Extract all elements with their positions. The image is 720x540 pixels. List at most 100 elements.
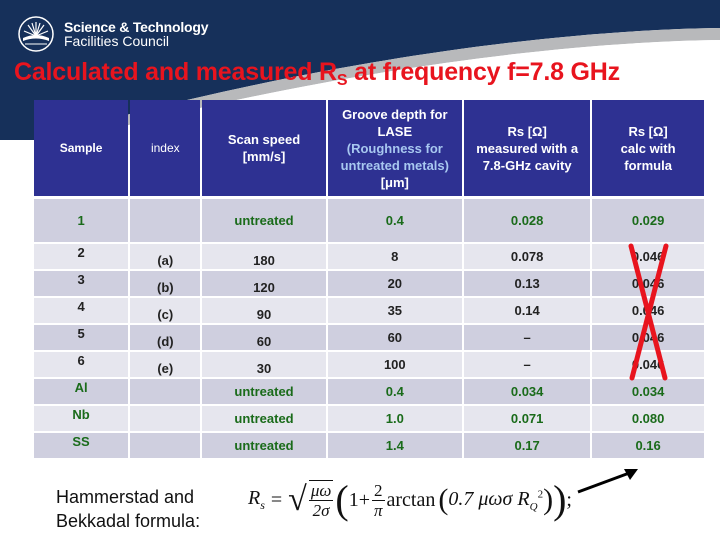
cell-index: (c)	[130, 298, 201, 325]
formula-sqrt: √ μω 2σ	[288, 480, 335, 520]
cell-rs-measured: 0.028	[464, 199, 591, 244]
title-subscript: S	[336, 72, 348, 89]
cell-rs-measured: 0.13	[464, 271, 591, 298]
cell-index: (a)	[130, 244, 201, 271]
cell-groove-depth: 8	[327, 244, 463, 271]
groove-line4: untreated metals)	[340, 157, 449, 173]
rs-calc-line3: formula	[624, 157, 672, 173]
frac-numerator: 2	[372, 480, 385, 501]
cell-groove-depth: 1.4	[327, 433, 463, 460]
hammerstad-formula: Rs = √ μω 2σ ( 1+ 2 π arctan ( 0.7 μωσ R…	[248, 477, 572, 522]
cell-rs-measured: 0.17	[464, 433, 591, 460]
cell-sample: 3	[34, 271, 129, 298]
cell-rs-calc: 0.046	[592, 352, 704, 379]
cell-rs-calc: 0.046	[592, 244, 704, 271]
open-paren-inner-icon: (	[438, 483, 449, 516]
cell-index: (b)	[130, 271, 201, 298]
groove-line1: Groove depth for	[342, 106, 448, 122]
cell-groove-depth: 100	[327, 352, 463, 379]
cell-index	[130, 199, 201, 244]
rs-measured-line2: measured with a	[476, 140, 579, 156]
cell-sample-text: SS	[72, 434, 90, 449]
two-over-pi: 2 π	[372, 481, 385, 520]
cell-sample: 5	[34, 325, 129, 352]
cell-rs-measured: 0.071	[464, 406, 591, 433]
cell-index: (e)	[130, 352, 201, 379]
col-header-scan-speed-label: Scan speed [mm/s]	[227, 132, 301, 164]
cell-sample-text: 5	[77, 326, 85, 341]
col-header-index: index	[130, 100, 201, 199]
formula-lhs-symbol: R	[248, 487, 261, 509]
cell-groove-depth: 35	[327, 298, 463, 325]
cell-index	[130, 406, 201, 433]
cell-sample-text: 4	[77, 299, 85, 314]
formula-arg: 0.7 μωσ RQ2	[448, 488, 543, 513]
groove-line2: LASE	[377, 123, 413, 139]
cell-rs-calc: 0.046	[592, 271, 704, 298]
sqrt-fraction: μω 2σ	[308, 480, 334, 520]
formula-func: arctan	[386, 488, 436, 511]
cell-rs-measured: –	[464, 352, 591, 379]
formula-equals: =	[270, 488, 283, 511]
rs-measured-line1: Rs [Ω]	[507, 123, 547, 139]
cell-scan-speed: untreated	[202, 379, 326, 406]
table-row: 4 (c) 90 35 0.14 0.046	[34, 298, 704, 325]
table-row: Al untreated 0.4 0.034 0.034	[34, 379, 704, 406]
cell-groove-depth: 20	[327, 271, 463, 298]
org-name-line1: Science & Technology	[64, 19, 209, 35]
cell-groove-depth: 0.4	[327, 379, 463, 406]
cell-groove-depth: 0.4	[327, 199, 463, 244]
groove-line3: (Roughness for	[346, 140, 443, 156]
cell-rs-measured: 0.078	[464, 244, 591, 271]
table-header-row: Sample index Scan speed [mm/s] Groove de…	[34, 100, 704, 199]
col-header-sample: Sample	[34, 100, 129, 199]
rs-calc-line1: Rs [Ω]	[628, 123, 668, 139]
formula-label-line1: Hammerstad and	[56, 487, 195, 507]
cell-scan-speed-text: 180	[253, 253, 275, 268]
cell-rs-measured: 0.034	[464, 379, 591, 406]
col-header-rs-calc: Rs [Ω] calc with formula	[592, 100, 704, 199]
cell-index-text: (e)	[157, 361, 174, 376]
cell-groove-depth: 60	[327, 325, 463, 352]
cell-index: (d)	[130, 325, 201, 352]
cell-sample-text: 3	[77, 272, 85, 287]
cell-index	[130, 379, 201, 406]
cell-sample: Nb	[34, 406, 129, 433]
table-row: 6 (e) 30 100 – 0.046	[34, 352, 704, 379]
cell-sample: 2	[34, 244, 129, 271]
groove-line5: [μm]	[380, 174, 409, 190]
results-table: Sample index Scan speed [mm/s] Groove de…	[32, 100, 706, 460]
cell-rs-measured: –	[464, 325, 591, 352]
close-paren-icon: )	[553, 477, 567, 522]
cell-sample: 4	[34, 298, 129, 325]
cell-rs-calc: 0.16	[592, 433, 704, 460]
arrow-icon	[577, 469, 638, 494]
col-header-rs-measured: Rs [Ω] measured with a 7.8-GHz cavity	[464, 100, 591, 199]
table-row: SS untreated 1.4 0.17 0.16	[34, 433, 704, 460]
cell-scan-speed: 30	[202, 352, 326, 379]
table-row: Nb untreated 1.0 0.071 0.080	[34, 406, 704, 433]
cell-rs-measured: 0.14	[464, 298, 591, 325]
formula-lhs-sub: s	[260, 498, 265, 512]
cell-sample: Al	[34, 379, 129, 406]
cell-sample-text: 6	[77, 353, 85, 368]
cell-scan-speed-text: 60	[256, 334, 272, 349]
cell-scan-speed-text: 30	[256, 361, 272, 376]
sqrt-sign-icon: √	[288, 481, 307, 518]
cell-rs-calc: 0.034	[592, 379, 704, 406]
cell-scan-speed: untreated	[202, 406, 326, 433]
col-header-groove-depth: Groove depth for LASE (Roughness for unt…	[327, 100, 463, 199]
cell-sample: 6	[34, 352, 129, 379]
cell-scan-speed: untreated	[202, 433, 326, 460]
col-header-scan-speed: Scan speed [mm/s]	[202, 100, 326, 199]
cell-scan-speed: 90	[202, 298, 326, 325]
formula-end: ;	[566, 488, 572, 511]
frac-denominator: π	[373, 500, 383, 520]
cell-sample-text: Al	[74, 380, 88, 395]
table-row: 5 (d) 60 60 – 0.046	[34, 325, 704, 352]
table-row: 3 (b) 120 20 0.13 0.046	[34, 271, 704, 298]
formula-one-plus: 1+	[348, 488, 370, 511]
cell-rs-calc: 0.046	[592, 325, 704, 352]
cell-groove-depth: 1.0	[327, 406, 463, 433]
cell-scan-speed: untreated	[202, 199, 326, 244]
